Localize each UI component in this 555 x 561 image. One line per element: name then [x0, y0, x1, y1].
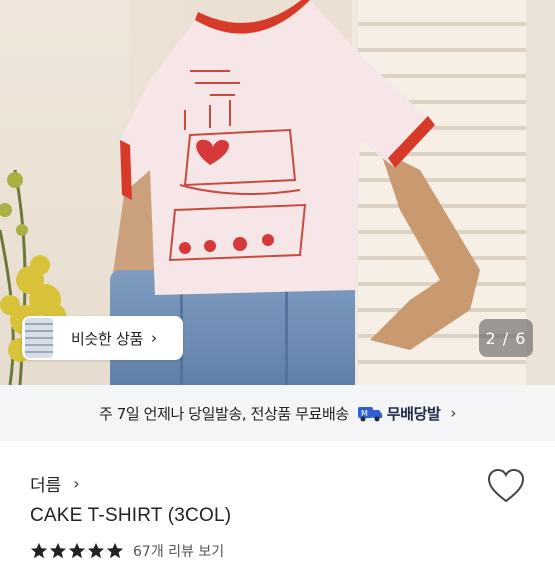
shipping-brand: 무배당발 — [386, 404, 441, 423]
product-title: CAKE T-SHIRT (3COL) — [30, 505, 232, 526]
review-count-link[interactable]: 67개 리뷰 보기 — [133, 541, 224, 561]
similar-products-label: 비슷한 상품 — [71, 329, 143, 348]
shipping-text: 주 7일 언제나 당일발송, 전상품 무료배송 — [99, 404, 349, 423]
image-page-counter: 2 / 6 — [479, 319, 533, 357]
similar-product-thumbnail — [25, 318, 53, 358]
shop-link[interactable]: 더름 › — [30, 471, 80, 496]
chevron-right-icon: › — [73, 474, 80, 493]
shipping-banner[interactable]: 주 7일 언제나 당일발송, 전상품 무료배송 M 무배당발 › — [0, 385, 555, 441]
chevron-right-icon: › — [150, 329, 157, 347]
product-info: 더름 › CAKE T-SHIRT (3COL) 67개 리뷰 보기 — [0, 441, 555, 560]
jeans-seam — [285, 285, 288, 385]
cake-tshirt-image — [120, 0, 435, 295]
delivery-truck-icon: M — [357, 407, 382, 422]
rating-row[interactable]: 67개 리뷰 보기 — [30, 541, 224, 561]
shop-name: 더름 — [30, 476, 62, 496]
product-image-carousel[interactable]: 비슷한 상품 › 2 / 6 — [0, 0, 555, 385]
similar-products-button[interactable]: 비슷한 상품 › — [22, 316, 183, 360]
star-icon — [87, 542, 105, 559]
chevron-right-icon: › — [450, 404, 456, 422]
star-icon — [68, 542, 86, 559]
star-icon — [106, 542, 124, 559]
heart-icon[interactable] — [487, 468, 525, 504]
star-icon — [30, 542, 48, 559]
svg-text:M: M — [361, 409, 368, 418]
star-icon — [49, 542, 67, 559]
